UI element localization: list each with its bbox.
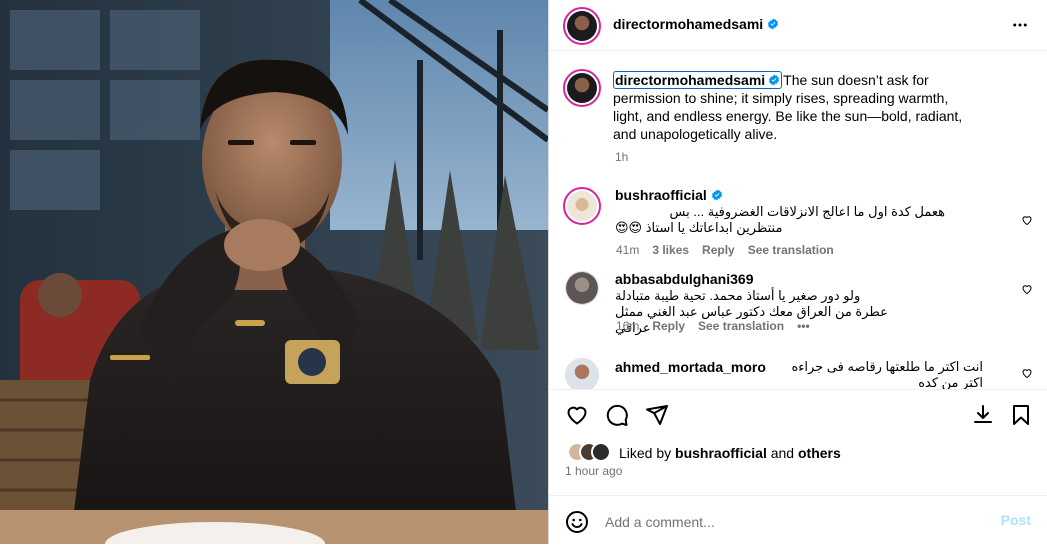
- comment-username[interactable]: ahmed_mortada_moro: [615, 359, 766, 375]
- see-translation-button[interactable]: See translation: [698, 319, 784, 333]
- comment-text-line1: ولو دور صغير يا أستاذ محمد. تحية طيبة مت…: [615, 288, 861, 303]
- comment-likes[interactable]: 3 likes: [652, 243, 689, 257]
- reply-button[interactable]: Reply: [652, 319, 685, 333]
- comment-item: bushraofficial هعمل كدة اول ما اعالج الا…: [549, 187, 1047, 267]
- comment-username[interactable]: abbasabdulghani369: [615, 271, 753, 287]
- commenter-avatar[interactable]: [565, 271, 599, 305]
- comment-meta: 41m 3 likes Reply See translation: [616, 243, 847, 257]
- more-horizontal-icon[interactable]: [1011, 16, 1029, 34]
- commenter-avatar[interactable]: [565, 358, 599, 389]
- bookmark-icon[interactable]: [1009, 403, 1033, 427]
- comment-text-line1: هعمل كدة اول ما اعالج الانزلاقات الغضروف…: [669, 204, 946, 219]
- comment-item: ahmed_mortada_moro انت اكتر ما طلعتها رق…: [549, 356, 1047, 389]
- comment-time[interactable]: 16m: [616, 319, 639, 333]
- caption-author-avatar[interactable]: [563, 69, 601, 107]
- add-comment-bar: Post: [549, 495, 1047, 545]
- see-translation-button[interactable]: See translation: [748, 243, 834, 257]
- smiley-icon[interactable]: [565, 510, 589, 534]
- likes-text: Liked by bushraofficial and others: [619, 445, 841, 461]
- post-timestamp[interactable]: 1 hour ago: [565, 464, 622, 478]
- heart-icon[interactable]: [565, 403, 589, 427]
- comment-text: هعمل كدة اول ما اعالج الانزلاقات الغضروف…: [615, 204, 945, 236]
- comment-text-line2: منتظرين ابداعاتك يا استاذ: [645, 220, 783, 235]
- comments-section[interactable]: directormohamedsami The sun doesn’t ask f…: [549, 51, 1047, 389]
- post-actions-bar: [549, 389, 1047, 440]
- post-photo-illustration: [0, 0, 548, 544]
- caption-username[interactable]: directormohamedsami: [613, 71, 783, 89]
- likes-user-link[interactable]: bushraofficial: [675, 445, 767, 461]
- send-icon[interactable]: [645, 403, 669, 427]
- author-username[interactable]: directormohamedsami: [613, 16, 763, 32]
- caption-time[interactable]: 1h: [615, 150, 628, 164]
- likes-and: and: [770, 445, 795, 461]
- comment-emoji: 😍😍: [615, 220, 643, 235]
- comment-text: انت اكتر ما طلعتها رقاصه فى جراءه اكتر م…: [791, 359, 983, 389]
- verified-badge-icon: [768, 18, 779, 30]
- comment-text-line2-row: 😍😍 منتظرين ابداعاتك يا استاذ: [615, 220, 945, 236]
- comment-options-icon[interactable]: •••: [797, 319, 810, 333]
- author-username-block: directormohamedsami: [613, 16, 779, 34]
- author-avatar[interactable]: [563, 7, 601, 45]
- comment-item: abbasabdulghani369 ولو دور صغير يا أستاذ…: [549, 271, 1047, 351]
- caption: directormohamedsami The sun doesn’t ask f…: [613, 71, 973, 143]
- verified-badge-icon: [711, 189, 722, 201]
- comment-time[interactable]: 41m: [616, 243, 639, 257]
- comment-username[interactable]: bushraofficial: [615, 187, 707, 203]
- comment-icon[interactable]: [605, 403, 629, 427]
- comment-meta: 16m Reply See translation •••: [616, 319, 823, 333]
- comment-input[interactable]: [603, 510, 977, 534]
- comment-username-block: bushraofficial: [615, 187, 723, 203]
- commenter-avatar[interactable]: [563, 187, 601, 225]
- post-header: directormohamedsami: [549, 0, 1047, 51]
- likes-others-link[interactable]: others: [798, 445, 841, 461]
- likes-prefix: Liked by: [619, 445, 672, 461]
- post-side-panel: directormohamedsami directormohamedsami T…: [548, 0, 1047, 544]
- verified-badge-icon: [769, 74, 780, 86]
- reply-button[interactable]: Reply: [702, 243, 735, 257]
- post-comment-button[interactable]: Post: [1001, 512, 1031, 528]
- liker-avatar: [591, 442, 611, 462]
- download-icon[interactable]: [971, 403, 995, 427]
- comment-like-heart-icon[interactable]: [1021, 214, 1033, 226]
- comment-like-heart-icon[interactable]: [1021, 367, 1033, 379]
- post-photo: [0, 0, 548, 544]
- comment-like-heart-icon[interactable]: [1021, 283, 1033, 295]
